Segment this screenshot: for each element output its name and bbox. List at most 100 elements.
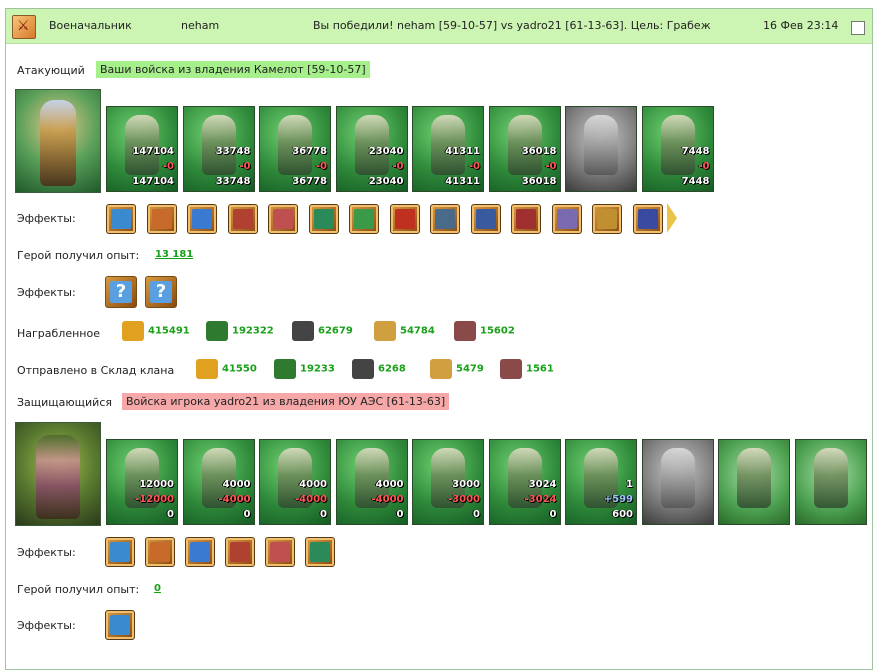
gate-icon[interactable] [105, 610, 135, 640]
unit-count-bottom: 7448 [681, 176, 710, 187]
handshake-icon[interactable] [146, 204, 177, 234]
defender-unit-4[interactable]: 4000 -4000 0 [335, 439, 408, 525]
shake-icon[interactable] [349, 204, 379, 234]
dice-icon[interactable] [268, 204, 298, 234]
sword2-icon[interactable] [592, 204, 622, 234]
resource-value: 5479 [456, 363, 484, 375]
attacker-unit-1[interactable]: 147104 -0 147104 [106, 106, 178, 192]
unit-count-bottom: 41311 [445, 176, 480, 187]
door-gear-glyph-icon [150, 542, 170, 562]
unit-count-mid: -0 [162, 161, 174, 172]
unit-count-bottom: 600 [612, 509, 633, 520]
unit-count-bottom: 33748 [215, 176, 251, 187]
defender-unit-2[interactable]: 4000 -4000 0 [182, 439, 255, 525]
loot-iron-amount: 15602 [454, 321, 515, 341]
defender-unit-9[interactable] [718, 439, 790, 525]
defender-unit-8[interactable] [641, 439, 714, 525]
sent-wood-amount: 19233 [274, 359, 335, 379]
unit-figure [660, 448, 695, 508]
defender-hero-portrait[interactable] [15, 422, 101, 526]
defender-unit-3[interactable]: 4000 -4000 0 [259, 439, 331, 525]
gold-icon [122, 321, 144, 341]
unit-count-bottom: 0 [396, 509, 404, 520]
select-checkbox[interactable] [851, 21, 865, 35]
cross-icon[interactable] [225, 537, 255, 567]
unit-count-top: 23040 [368, 146, 404, 157]
emblem-icon[interactable] [632, 204, 663, 234]
gate-glyph-icon [110, 615, 130, 635]
defender-label: Защищающийся [17, 396, 112, 409]
battle-report: ⚔ Военачальник neham Вы победили! neham … [5, 8, 873, 670]
ring-glyph-icon [556, 209, 577, 229]
stone-icon [352, 359, 374, 379]
attacker-unit-6[interactable]: 36018 -0 36018 [488, 106, 561, 192]
unit-count-mid: -0 [468, 161, 480, 172]
defender-unit-10[interactable] [794, 439, 867, 525]
unit-count-top: 3000 [452, 479, 480, 490]
unit-count-mid: -0 [698, 161, 710, 172]
web-icon[interactable] [470, 204, 501, 234]
header-role: Военачальник [49, 19, 132, 32]
armor-icon[interactable] [511, 204, 541, 234]
attacker-effects-label: Эффекты: [17, 212, 76, 225]
door-gear-icon[interactable] [145, 537, 175, 567]
resource-value: 54784 [400, 325, 435, 337]
sent-gold-amount: 41550 [196, 359, 257, 379]
xp-figure-icon[interactable] [430, 204, 460, 234]
unit-figure [737, 448, 771, 508]
defender-unit-5[interactable]: 3000 -3000 0 [412, 439, 484, 525]
unit-count-top: 147104 [132, 146, 174, 157]
unit-count-mid: -0 [239, 161, 251, 172]
attacker-unit-8[interactable]: 7448 -0 7448 [641, 106, 714, 192]
arrow-icon[interactable] [185, 537, 215, 567]
unit-figure [813, 448, 848, 508]
unit-count-bottom: 23040 [368, 176, 404, 187]
globe-shield-icon[interactable] [305, 537, 335, 567]
unit-count-top: 36778 [292, 146, 327, 157]
castle-icon[interactable] [227, 204, 258, 234]
defender-xp-value[interactable]: 0 [154, 583, 161, 594]
attacker-unit-3[interactable]: 36778 -0 36778 [259, 106, 331, 192]
xp-icon[interactable] [389, 204, 420, 234]
shield-hand-icon[interactable] [187, 204, 217, 234]
sent-food-amount: 5479 [430, 359, 484, 379]
resource-value: 192322 [232, 325, 274, 337]
door-glyph-icon [110, 542, 130, 562]
door-icon[interactable] [105, 537, 135, 567]
header-player[interactable]: neham [181, 19, 219, 32]
defender-unit-6[interactable]: 3024 -3024 0 [488, 439, 561, 525]
attacker-hero-portrait[interactable] [15, 89, 101, 193]
unit-count-bottom: 0 [473, 509, 480, 520]
arrow-glyph-icon [190, 542, 210, 562]
unit-count-mid: -4000 [218, 494, 251, 505]
unit-count-mid: -0 [315, 161, 327, 172]
defender-unit-1[interactable]: 12000 -12000 0 [106, 439, 178, 525]
scroll-icon[interactable] [265, 537, 295, 567]
defender-unit-7[interactable]: 1 +599 600 [565, 439, 637, 525]
attacker-unit-5[interactable]: 41311 -0 41311 [412, 106, 484, 192]
effects-more-arrow-icon[interactable] [667, 203, 677, 233]
attacker-xp-value[interactable]: 13 181 [155, 249, 193, 260]
sword-icon[interactable] [106, 204, 136, 234]
attacker-unit-4[interactable]: 23040 -0 23040 [335, 106, 408, 192]
unit-count-top: 33748 [215, 146, 251, 157]
attacker-xp-label: Герой получил опыт: [17, 249, 140, 262]
attacker-unit-2[interactable]: 33748 -0 33748 [182, 106, 255, 192]
ring-icon[interactable] [551, 204, 582, 234]
unit-figure [507, 115, 542, 175]
unknown-effect-icon[interactable]: ? [145, 276, 177, 308]
shield-icon[interactable] [308, 204, 339, 234]
unit-count-mid: -4000 [295, 494, 327, 505]
loot-stone-amount: 62679 [292, 321, 353, 341]
sent-stone-amount: 6268 [352, 359, 406, 379]
unit-count-mid: -4000 [371, 494, 404, 505]
iron-icon [500, 359, 522, 379]
unit-count-mid: +599 [603, 494, 633, 505]
unit-count-mid: -3000 [448, 494, 480, 505]
report-header: ⚔ Военачальник neham Вы победили! neham … [6, 9, 872, 44]
emblem-glyph-icon [637, 209, 658, 229]
attacker-label: Атакующий [17, 64, 85, 77]
attacker-unit-7[interactable] [565, 106, 637, 192]
unit-count-bottom: 0 [243, 509, 251, 520]
unknown-effect-icon[interactable]: ? [105, 276, 137, 308]
